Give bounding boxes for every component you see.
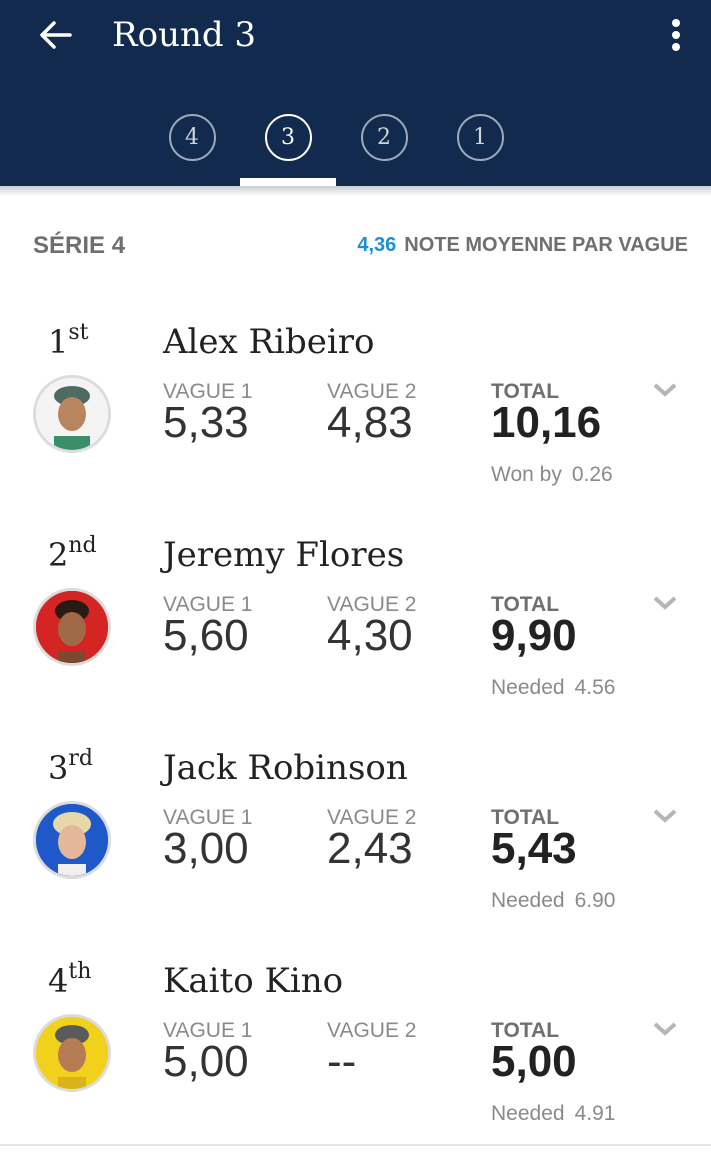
chevron-down-icon <box>653 383 677 397</box>
total-score: 10,16 <box>491 398 602 447</box>
result-value: 0.26 <box>571 463 613 486</box>
wave1-score: 5,60 <box>163 611 249 660</box>
wave2-score: -- <box>327 1037 357 1086</box>
result-value: 4.56 <box>574 676 616 699</box>
surfer-row[interactable]: 2nd Jeremy Flores VAGUE 1 5,60 VAGUE 2 4… <box>0 513 711 726</box>
place-suffix: st <box>68 320 89 345</box>
surfer-portrait-icon <box>36 378 108 450</box>
surfer-name: Kaito Kino <box>163 961 344 1001</box>
result-label: Won by <box>491 463 562 486</box>
place: 2nd <box>48 533 97 574</box>
surfer-portrait-icon <box>36 804 108 876</box>
arrow-left-icon <box>40 21 72 49</box>
tab-heat-1-label: 1 <box>456 114 504 161</box>
average-value: 4,36 <box>357 234 397 256</box>
back-button[interactable] <box>30 12 80 58</box>
heat-summary: SÉRIE 4 4,36 NOTE MOYENNE PAR VAGUE <box>0 222 711 272</box>
result-label: Needed <box>491 676 565 699</box>
place-suffix: rd <box>68 746 93 771</box>
tab-heat-2-label: 2 <box>360 114 408 161</box>
surfer-portrait-icon <box>36 591 108 663</box>
surfer-row[interactable]: 3rd Jack Robinson VAGUE 1 3,00 VAGUE 2 2… <box>0 726 711 939</box>
total-score: 5,00 <box>491 1037 577 1086</box>
place-number: 3 <box>48 749 69 787</box>
wave1-score: 3,00 <box>163 824 249 873</box>
tab-heat-1[interactable]: 1 <box>432 92 528 186</box>
result-value: 4.91 <box>574 1102 616 1125</box>
place: 4th <box>48 959 91 1000</box>
result-value: 6.90 <box>574 889 616 912</box>
chevron-down-icon <box>653 596 677 610</box>
serie-label: SÉRIE 4 <box>33 232 126 259</box>
wave2-score: 4,30 <box>327 611 413 660</box>
avatar <box>33 801 111 879</box>
place-number: 1 <box>48 323 69 361</box>
result-note: Needed 4.56 <box>491 676 615 700</box>
tab-heat-3-label: 3 <box>264 114 312 161</box>
page-title: Round 3 <box>112 15 257 55</box>
result-label: Needed <box>491 1102 565 1125</box>
average-score: 4,36 NOTE MOYENNE PAR VAGUE <box>357 234 688 257</box>
place-suffix: nd <box>68 533 97 558</box>
header-shadow <box>0 186 711 196</box>
total-score: 5,43 <box>491 824 577 873</box>
heat-tabs: 4 3 2 1 <box>144 92 528 186</box>
expand-button[interactable] <box>650 378 680 402</box>
surfer-name: Jeremy Flores <box>163 535 405 575</box>
active-tab-indicator <box>240 178 336 186</box>
avatar <box>33 588 111 666</box>
result-note: Needed 6.90 <box>491 889 615 913</box>
tab-heat-2[interactable]: 2 <box>336 92 432 186</box>
surfer-name: Jack Robinson <box>163 748 408 788</box>
wave2-score: 2,43 <box>327 824 413 873</box>
result-note: Won by 0.26 <box>491 463 613 487</box>
tab-heat-3[interactable]: 3 <box>240 92 336 186</box>
chevron-down-icon <box>653 1022 677 1036</box>
divider <box>0 1144 711 1146</box>
surfer-portrait-icon <box>36 1017 108 1089</box>
expand-button[interactable] <box>650 591 680 615</box>
average-label: NOTE MOYENNE PAR VAGUE <box>404 234 688 256</box>
expand-button[interactable] <box>650 804 680 828</box>
total-score: 9,90 <box>491 611 577 660</box>
overflow-menu-button[interactable] <box>656 12 696 58</box>
chevron-down-icon <box>653 809 677 823</box>
surfer-name: Alex Ribeiro <box>163 322 375 362</box>
place-number: 2 <box>48 536 69 574</box>
tab-heat-4[interactable]: 4 <box>144 92 240 186</box>
place-number: 4 <box>48 962 69 1000</box>
result-note: Needed 4.91 <box>491 1102 615 1126</box>
more-vert-icon <box>672 19 680 51</box>
avatar <box>33 1014 111 1092</box>
expand-button[interactable] <box>650 1017 680 1041</box>
wave2-score: 4,83 <box>327 398 413 447</box>
tab-heat-4-label: 4 <box>168 114 216 161</box>
app-bar: Round 3 4 3 2 1 <box>0 0 711 186</box>
place-suffix: th <box>68 959 92 984</box>
surfer-row[interactable]: 4th Kaito Kino VAGUE 1 5,00 VAGUE 2 -- T… <box>0 939 711 1152</box>
avatar <box>33 375 111 453</box>
place: 1st <box>48 320 89 361</box>
place: 3rd <box>48 746 93 787</box>
surfer-row[interactable]: 1st Alex Ribeiro VAGUE 1 5,33 VAGUE 2 4,… <box>0 300 711 513</box>
result-label: Needed <box>491 889 565 912</box>
wave1-score: 5,00 <box>163 1037 249 1086</box>
wave1-score: 5,33 <box>163 398 249 447</box>
